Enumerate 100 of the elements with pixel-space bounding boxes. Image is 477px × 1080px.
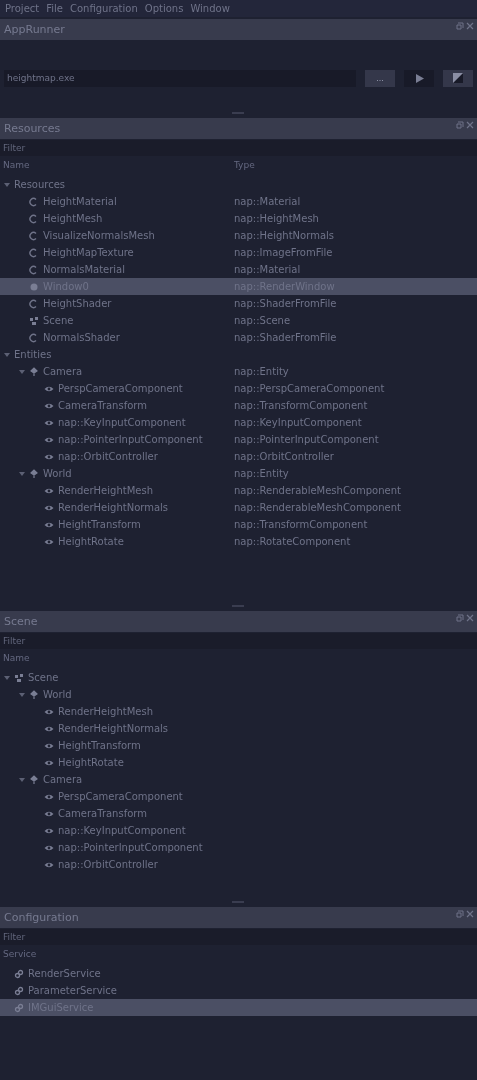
tree-row[interactable]: NormalsMaterial nap::Material <box>0 261 477 278</box>
menu-item[interactable]: Project <box>5 3 40 14</box>
tree-row[interactable]: VisualizeNormalsMesh nap::HeightNormals <box>0 227 477 244</box>
item-name: PerspCameraComponent <box>58 383 183 394</box>
item-name: PerspCameraComponent <box>58 791 183 802</box>
item-name: nap::PointerInputComponent <box>58 842 203 853</box>
tree-row[interactable]: RenderHeightMesh nap::RenderableMeshComponent <box>0 482 477 499</box>
tree-row[interactable]: HeightRotate nap::RotateComponent <box>0 533 477 550</box>
scene-icon <box>14 672 24 683</box>
item-name: nap::KeyInputComponent <box>58 825 186 836</box>
caret-down-icon[interactable] <box>19 776 25 783</box>
item-type: nap::ShaderFromFile <box>234 298 337 309</box>
tree-row[interactable]: CameraTransform nap::TransformComponent <box>0 397 477 414</box>
tree-row[interactable]: RenderHeightMesh <box>0 703 477 720</box>
item-name: HeightShader <box>43 298 112 309</box>
resource-icon <box>29 196 39 207</box>
path-field[interactable]: heightmap.exe <box>4 69 356 87</box>
filter-field[interactable]: Filter <box>0 633 477 649</box>
tree-row[interactable]: nap::KeyInputComponent <box>0 822 477 839</box>
tree-row[interactable]: PerspCameraComponent nap::PerspCameraComponent <box>0 380 477 397</box>
item-name: RenderHeightNormals <box>58 502 169 513</box>
restore-icon[interactable] <box>456 910 464 918</box>
tree-row[interactable]: ParameterService <box>0 982 477 999</box>
item-name: World <box>43 468 72 479</box>
caret-down-icon[interactable] <box>19 368 25 375</box>
tree-row[interactable]: PerspCameraComponent <box>0 788 477 805</box>
filter-field[interactable]: Filter <box>0 140 477 156</box>
tree-row[interactable]: HeightRotate <box>0 754 477 771</box>
tree-row[interactable]: Camera nap::Entity <box>0 363 477 380</box>
column-header: Service <box>3 949 37 959</box>
play-button[interactable] <box>404 69 434 87</box>
tree-row[interactable]: HeightTransform <box>0 737 477 754</box>
split-square-icon <box>453 73 463 83</box>
tree-row[interactable]: Scene nap::Scene <box>0 312 477 329</box>
item-type: nap::RotateComponent <box>234 536 351 547</box>
browse-button[interactable]: ... <box>365 69 395 87</box>
tree-row[interactable]: RenderService <box>0 965 477 982</box>
item-name: Scene <box>43 315 74 326</box>
caret-down-icon[interactable] <box>4 181 10 188</box>
caret-down-icon[interactable] <box>4 351 10 358</box>
item-name: CameraTransform <box>58 808 147 819</box>
close-icon[interactable] <box>466 121 474 129</box>
item-name: VisualizeNormalsMesh <box>43 230 155 241</box>
tree-row[interactable]: nap::OrbitController nap::OrbitController <box>0 448 477 465</box>
item-type: nap::ShaderFromFile <box>234 332 337 343</box>
caret-down-icon[interactable] <box>19 691 25 698</box>
item-name: Camera <box>43 774 83 785</box>
resource-icon <box>29 298 39 309</box>
entity-icon <box>29 774 39 785</box>
caret-down-icon[interactable] <box>4 674 10 681</box>
item-name: NormalsShader <box>43 332 120 343</box>
stop-button[interactable] <box>443 69 473 87</box>
column-header: Name <box>3 160 31 170</box>
tree-row[interactable]: NormalsShader nap::ShaderFromFile <box>0 329 477 346</box>
menu-item[interactable]: Window <box>190 3 230 14</box>
item-name: HeightTransform <box>58 519 141 530</box>
item-name: nap::OrbitController <box>58 451 158 462</box>
entity-icon <box>29 468 39 479</box>
filter-field[interactable]: Filter <box>0 929 477 945</box>
tree-row[interactable]: nap::PointerInputComponent nap::PointerInputComponent <box>0 431 477 448</box>
resource-icon <box>29 247 39 258</box>
item-name: World <box>43 689 72 700</box>
menu-item[interactable]: Configuration <box>69 3 138 14</box>
menu-item[interactable]: File <box>46 3 63 14</box>
scene-icon <box>29 315 39 326</box>
entity-icon <box>29 366 39 377</box>
item-name: nap::KeyInputComponent <box>58 417 186 428</box>
tree-row[interactable]: World <box>0 686 477 703</box>
tree-row[interactable]: Entities <box>0 346 477 363</box>
tree-row[interactable]: nap::PointerInputComponent <box>0 839 477 856</box>
tree-row[interactable]: World nap::Entity <box>0 465 477 482</box>
restore-icon[interactable] <box>456 22 464 30</box>
item-type: nap::HeightNormals <box>234 230 334 241</box>
tree-row[interactable]: Scene <box>0 669 477 686</box>
tree-row[interactable]: RenderHeightNormals nap::RenderableMeshComponent <box>0 499 477 516</box>
tree-row[interactable]: HeightMesh nap::HeightMesh <box>0 210 477 227</box>
restore-icon[interactable] <box>456 121 464 129</box>
close-icon[interactable] <box>466 614 474 622</box>
restore-icon[interactable] <box>456 614 464 622</box>
item-name: RenderHeightMesh <box>58 485 153 496</box>
tree-row[interactable]: RenderHeightNormals <box>0 720 477 737</box>
close-icon[interactable] <box>466 910 474 918</box>
item-name: HeightMesh <box>43 213 103 224</box>
caret-down-icon[interactable] <box>19 470 25 477</box>
tree-row[interactable]: HeightShader nap::ShaderFromFile <box>0 295 477 312</box>
tree-row[interactable]: nap::OrbitController <box>0 856 477 873</box>
tree-row[interactable]: Camera <box>0 771 477 788</box>
tree-row[interactable]: HeightMapTexture nap::ImageFromFile <box>0 244 477 261</box>
tree-row[interactable]: nap::KeyInputComponent nap::KeyInputComponent <box>0 414 477 431</box>
tree-row[interactable]: Resources <box>0 176 477 193</box>
tree-row[interactable]: CameraTransform <box>0 805 477 822</box>
item-type: nap::Material <box>234 264 301 275</box>
item-type: nap::TransformComponent <box>234 519 368 530</box>
tree-row[interactable]: HeightMaterial nap::Material <box>0 193 477 210</box>
menu-item[interactable]: Options <box>144 3 184 14</box>
item-name: RenderHeightMesh <box>58 706 153 717</box>
tree-row[interactable]: HeightTransform nap::TransformComponent <box>0 516 477 533</box>
panel-title: AppRunner <box>4 23 65 36</box>
item-type: nap::Entity <box>234 468 289 479</box>
close-icon[interactable] <box>466 22 474 30</box>
